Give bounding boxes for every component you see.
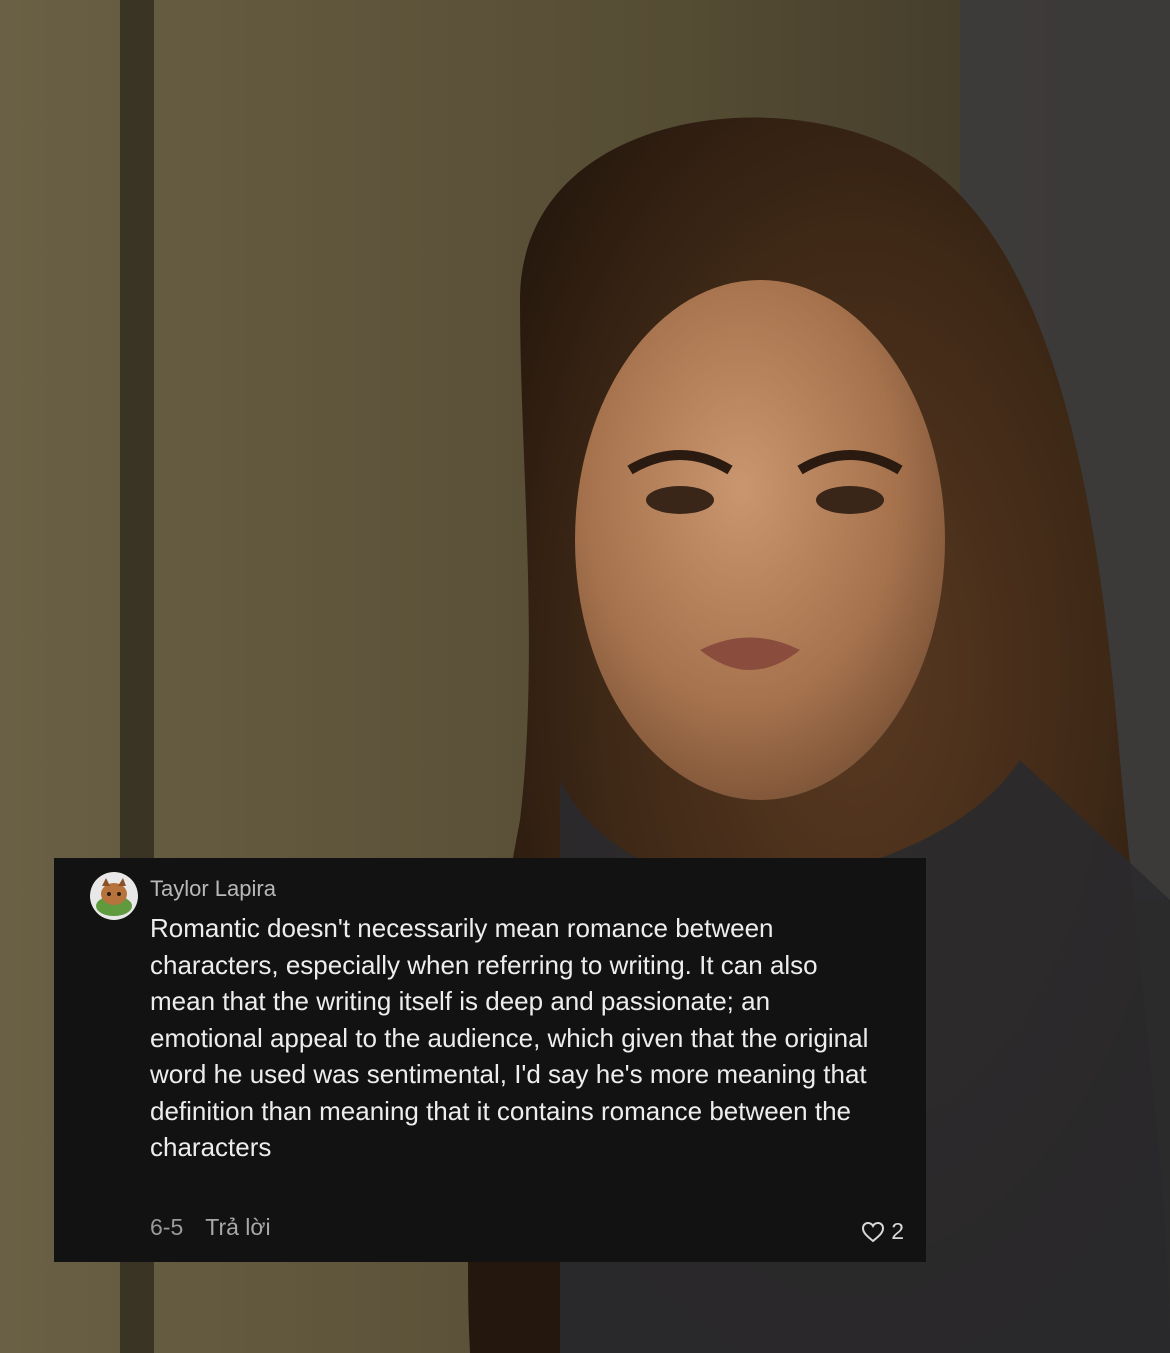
comment-username[interactable]: Taylor Lapira	[150, 876, 276, 902]
comment-body: Romantic doesn't necessarily mean romanc…	[150, 913, 869, 1162]
comment-date: 6-5	[150, 1214, 184, 1240]
reply-button[interactable]: Trả lời	[205, 1214, 270, 1241]
like-count: 2	[891, 1218, 904, 1244]
like-button[interactable]: 2	[861, 1218, 904, 1245]
heart-outline-icon	[862, 1221, 885, 1242]
user-avatar-icon[interactable]	[90, 872, 138, 920]
comment-meta: 6-5 Trả lời	[150, 1214, 271, 1241]
avatar-illustration	[90, 872, 138, 920]
comment-card: Taylor Lapira Romantic doesn't necessari…	[54, 858, 926, 1262]
